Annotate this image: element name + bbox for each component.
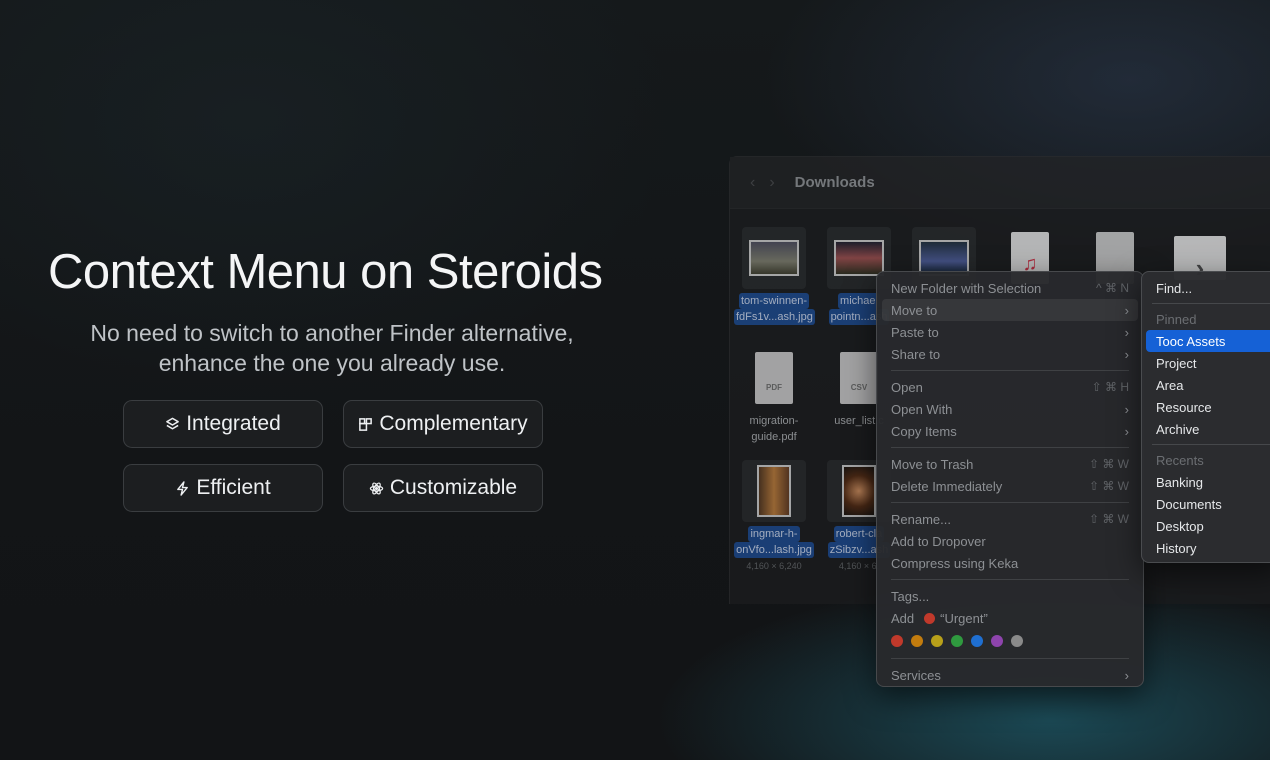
separator (891, 658, 1129, 659)
menu-item-paste-to[interactable]: Paste to › (882, 321, 1138, 343)
chevron-right-icon: › (1124, 423, 1129, 439)
feature-label: Customizable (389, 476, 518, 499)
tag-color-dot[interactable] (931, 635, 943, 647)
forward-arrow-icon[interactable]: › (769, 174, 774, 192)
bolt-icon (177, 480, 189, 496)
menu-item-new-folder-with-selection[interactable]: New Folder with Selection ^ ⌘ N (882, 277, 1138, 299)
menu-item-delete-immediately[interactable]: Delete Immediately ⇧ ⌘ W (882, 475, 1138, 497)
submenu-recent-item[interactable]: Banking (1146, 471, 1270, 493)
shortcut-label: ⇧ ⌘ H (1091, 380, 1129, 394)
tag-color-dot[interactable] (971, 635, 983, 647)
feature-customizable: Customizable (343, 464, 543, 512)
tag-color-dot[interactable] (891, 635, 903, 647)
red-tag-dot-icon (924, 612, 936, 624)
file-item[interactable]: PDF migration- guide.pdf (734, 347, 814, 445)
shortcut-label: ⇧ ⌘ W (1088, 479, 1129, 493)
menu-item-open[interactable]: Open ⇧ ⌘ H (882, 376, 1138, 398)
submenu-pinned-item[interactable]: Archive (1146, 418, 1270, 440)
feature-integrated: Integrated (123, 400, 323, 448)
shortcut-label: ⇧ ⌘ W (1088, 457, 1129, 471)
layers-icon (166, 417, 180, 429)
blocks-icon (359, 417, 373, 431)
separator (891, 370, 1129, 371)
chevron-right-icon: › (1124, 667, 1129, 683)
submenu-recent-item[interactable]: Documents (1146, 493, 1270, 515)
submenu-pinned-item[interactable]: Project (1146, 352, 1270, 374)
submenu-pinned-item[interactable]: Tooc Assets (1146, 330, 1270, 352)
hero-subtitle: No need to switch to another Finder alte… (48, 318, 616, 378)
shortcut-label: ^ ⌘ N (1096, 281, 1129, 295)
tag-color-dot[interactable] (1011, 635, 1023, 647)
chevron-right-icon: › (1124, 324, 1129, 340)
tag-color-dot[interactable] (911, 635, 923, 647)
context-menu: New Folder with Selection ^ ⌘ N Move to › Pa… (876, 271, 1144, 687)
menu-item-services[interactable]: Services › (882, 664, 1138, 686)
chevron-right-icon: › (1124, 346, 1129, 362)
menu-item-compress-using-keka[interactable]: Compress using Keka (882, 552, 1138, 574)
feature-label: Integrated (186, 412, 281, 435)
submenu-recent-item[interactable]: History (1146, 537, 1270, 559)
separator (1152, 444, 1270, 445)
hero-title: Context Menu on Steroids (48, 245, 603, 299)
back-arrow-icon[interactable]: ‹ (750, 174, 755, 192)
feature-complementary: Complementary (343, 400, 543, 448)
hero-subtitle-line1: No need to switch to another Finder alte… (90, 320, 574, 346)
file-item[interactable]: ingmar-h- onVfo...lash.jpg 4,160 × 6,240 (734, 460, 814, 574)
separator (891, 502, 1129, 503)
finder-title: Downloads (794, 174, 875, 191)
submenu-recent-item[interactable]: Desktop (1146, 515, 1270, 537)
shortcut-label: ⇧ ⌘ W (1088, 512, 1129, 526)
menu-item-move-to[interactable]: Move to › (882, 299, 1138, 321)
submenu-recents-header: Recents (1156, 452, 1204, 468)
menu-item-open-with[interactable]: Open With › (882, 398, 1138, 420)
image-thumbnail (742, 460, 806, 522)
chevron-right-icon: › (1124, 302, 1129, 318)
submenu-pinned-item[interactable]: Area (1146, 374, 1270, 396)
tag-color-dot[interactable] (951, 635, 963, 647)
move-to-submenu: Find... Pinned Tooc Assets Project Area Res… (1141, 271, 1270, 563)
menu-item-rename[interactable]: Rename... ⇧ ⌘ W (882, 508, 1138, 530)
menu-item-add-to-dropover[interactable]: Add to Dropover (882, 530, 1138, 552)
separator (891, 447, 1129, 448)
menu-item-share-to[interactable]: Share to › (882, 343, 1138, 365)
menu-item-tags[interactable]: Tags... (882, 585, 1138, 607)
feature-efficient: Efficient (123, 464, 323, 512)
tag-color-dot[interactable] (991, 635, 1003, 647)
tag-color-row (882, 629, 1138, 653)
atom-icon (369, 481, 384, 495)
file-item[interactable]: tom-swinnen- fdFs1v...ash.jpg (734, 227, 815, 325)
submenu-pinned-header: Pinned (1156, 311, 1197, 327)
separator (891, 579, 1129, 580)
feature-label: Complementary (379, 412, 528, 435)
separator (1152, 303, 1270, 304)
menu-item-move-to-trash[interactable]: Move to Trash ⇧ ⌘ W (882, 453, 1138, 475)
image-thumbnail (742, 227, 806, 289)
menu-item-copy-items[interactable]: Copy Items › (882, 420, 1138, 442)
chevron-right-icon: › (1124, 401, 1129, 417)
submenu-pinned-item[interactable]: Resource (1146, 396, 1270, 418)
finder-toolbar: ‹ › Downloads (730, 157, 1270, 209)
feature-label: Efficient (196, 476, 271, 499)
hero-subtitle-line2: enhance the one you already use. (158, 350, 506, 376)
submenu-find[interactable]: Find... (1146, 277, 1270, 299)
pdf-file-icon: PDF (742, 347, 806, 409)
add-urgent-tag-item[interactable]: Add “Urgent” (882, 607, 1138, 629)
